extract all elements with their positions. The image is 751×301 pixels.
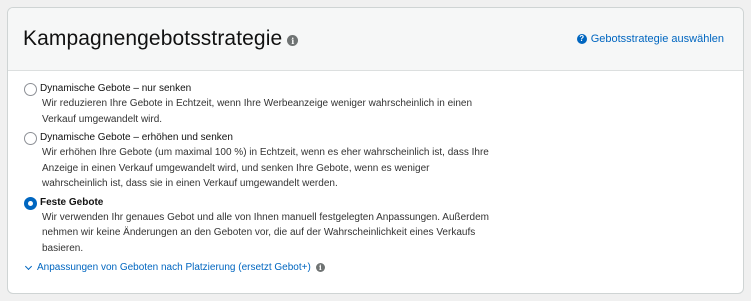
help-link-label: Gebotsstrategie auswählen [590, 33, 724, 45]
strategy-options: Dynamische Gebote – nur senken Wir reduz… [8, 71, 743, 273]
page-title: Kampagnengebotsstrategie [23, 27, 283, 50]
info-icon[interactable]: i [315, 263, 325, 272]
option-fixed-bids[interactable]: Feste Gebote Wir verwenden Ihr genaues G… [24, 196, 743, 257]
option-dynamic-up-and-down[interactable]: Dynamische Gebote – erhöhen und senken W… [24, 131, 743, 192]
radio-dynamic-up-and-down[interactable] [24, 132, 37, 145]
card-header: Kampagnengebotsstrategie i ? Gebotsstrat… [8, 8, 743, 71]
bidding-strategy-card: Kampagnengebotsstrategie i ? Gebotsstrat… [7, 7, 744, 294]
option-description: Wir reduzieren Ihre Gebote in Echtzeit, … [42, 98, 473, 125]
chevron-down-icon [24, 262, 33, 270]
info-icon[interactable]: i [287, 35, 299, 46]
option-description: Wir verwenden Ihr genaues Gebot und alle… [42, 211, 489, 254]
placement-adjustments-expander[interactable]: Anpassungen von Geboten nach Platzierung… [24, 262, 743, 273]
option-dynamic-down-only[interactable]: Dynamische Gebote – nur senken Wir reduz… [24, 82, 743, 127]
option-description: Wir erhöhen Ihre Gebote (um maximal 100 … [42, 147, 489, 189]
option-label: Feste Gebote [40, 196, 104, 208]
radio-dynamic-down-only[interactable] [24, 83, 37, 96]
option-label: Dynamische Gebote – nur senken [40, 83, 192, 94]
option-body: Dynamische Gebote – erhöhen und senken W… [40, 131, 743, 192]
option-label: Dynamische Gebote – erhöhen und senken [40, 132, 233, 143]
option-body: Dynamische Gebote – nur senken Wir reduz… [40, 82, 743, 127]
expander-label: Anpassungen von Geboten nach Platzierung… [37, 262, 311, 273]
radio-fixed-bids[interactable] [24, 196, 37, 210]
option-body: Feste Gebote Wir verwenden Ihr genaues G… [40, 196, 743, 257]
question-icon: ? [576, 34, 587, 44]
title-wrap: Kampagnengebotsstrategie i [23, 27, 299, 51]
choose-bid-strategy-link[interactable]: ? Gebotsstrategie auswählen [576, 33, 724, 45]
